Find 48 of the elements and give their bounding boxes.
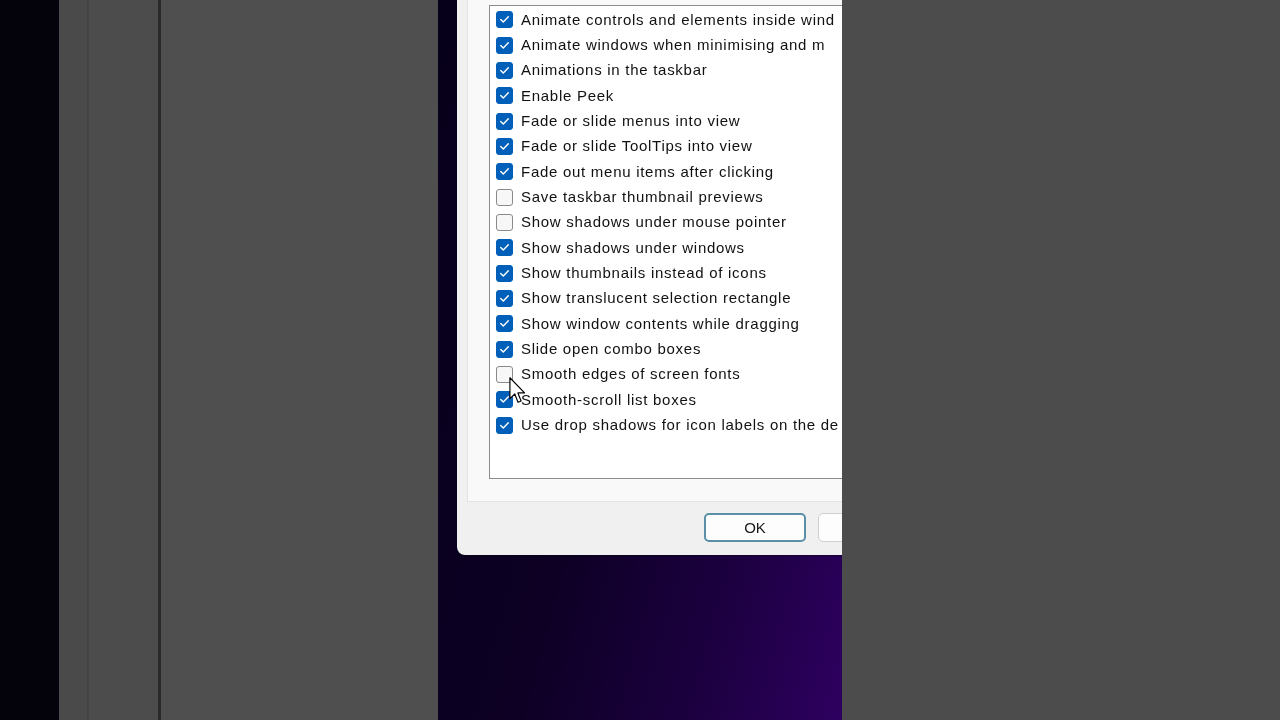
checkmark-icon <box>500 320 509 328</box>
checkbox[interactable] <box>496 11 513 29</box>
checkmark-icon <box>500 142 509 150</box>
checkbox[interactable] <box>496 416 513 434</box>
checkbox[interactable] <box>496 366 513 383</box>
checkbox[interactable] <box>496 188 513 206</box>
checkbox[interactable] <box>496 36 513 54</box>
option-label[interactable]: Fade or slide ToolTips into view <box>521 137 753 156</box>
checkmark-icon <box>500 294 509 302</box>
option-label[interactable]: Smooth edges of screen fonts <box>521 365 741 384</box>
checkmark-icon <box>500 92 509 100</box>
checkbox[interactable] <box>496 239 513 257</box>
checkmark-icon <box>500 269 509 277</box>
checkmark-icon <box>500 117 509 125</box>
checkmark-icon <box>500 345 509 353</box>
checkbox[interactable] <box>496 340 513 358</box>
option-label[interactable]: Show shadows under mouse pointer <box>521 213 787 232</box>
checkmark-icon <box>500 16 509 24</box>
option-label[interactable]: Save taskbar thumbnail previews <box>521 188 764 207</box>
checkbox[interactable] <box>496 112 513 130</box>
checkmark-icon <box>500 168 509 176</box>
option-label[interactable]: Show shadows under windows <box>521 238 745 257</box>
option-label[interactable]: Smooth-scroll list boxes <box>521 390 697 409</box>
checkbox[interactable] <box>496 315 513 333</box>
option-label[interactable]: Fade or slide menus into view <box>521 112 741 131</box>
checkmark-icon <box>500 41 509 49</box>
checkmark-icon <box>500 66 509 74</box>
checkbox[interactable] <box>496 61 513 79</box>
checkmark-icon <box>500 244 509 252</box>
option-label[interactable]: Use drop shadows for icon labels on the de <box>521 416 839 435</box>
option-label[interactable]: Fade out menu items after clicking <box>521 162 774 181</box>
checkbox[interactable] <box>496 87 513 105</box>
option-label[interactable]: Show thumbnails instead of icons <box>521 264 767 283</box>
option-label[interactable]: Animate controls and elements inside wind <box>521 10 835 29</box>
ok-button[interactable]: OK <box>704 513 806 542</box>
checkbox[interactable] <box>496 137 513 155</box>
option-label[interactable]: Slide open combo boxes <box>521 340 702 359</box>
option-label[interactable]: Enable Peek <box>521 86 614 105</box>
checkbox[interactable] <box>496 213 513 231</box>
checkbox[interactable] <box>496 289 513 307</box>
checkmark-icon <box>500 396 509 404</box>
option-label[interactable]: Show translucent selection rectangle <box>521 289 792 308</box>
option-label[interactable]: Show window contents while dragging <box>521 314 800 333</box>
option-label[interactable]: Animations in the taskbar <box>521 61 708 80</box>
option-label[interactable]: Animate windows when minimising and m <box>521 36 826 54</box>
checkbox[interactable] <box>496 163 513 181</box>
checkmark-icon <box>500 421 509 429</box>
checkbox[interactable] <box>496 264 513 282</box>
